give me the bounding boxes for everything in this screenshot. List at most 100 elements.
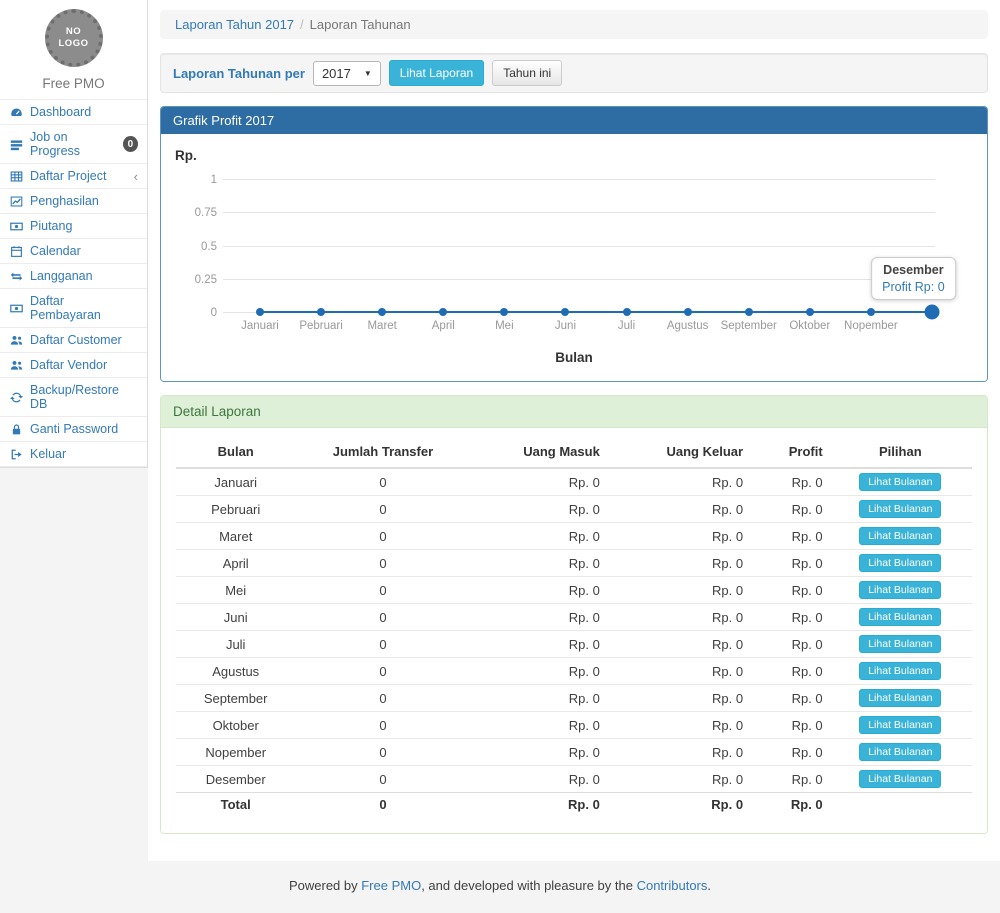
data-point-januari[interactable] <box>256 308 264 316</box>
cell-jumlah-transfer: 0 <box>295 496 470 523</box>
x-tick-label: Agustus <box>667 320 709 332</box>
cell-bulan: Desember <box>176 766 295 793</box>
breadcrumb-link-laporan-tahun[interactable]: Laporan Tahun 2017 <box>175 17 294 32</box>
sidebar-item-dashboard[interactable]: Dashboard <box>0 99 147 124</box>
lihat-bulanan-button[interactable]: Lihat Bulanan <box>859 716 941 734</box>
table-row: Juni0Rp. 0Rp. 0Rp. 0Lihat Bulanan <box>176 604 972 631</box>
data-point-pebruari[interactable] <box>317 308 325 316</box>
table-row: Nopember0Rp. 0Rp. 0Rp. 0Lihat Bulanan <box>176 739 972 766</box>
cell-profit: Rp. 0 <box>749 577 829 604</box>
cell-jumlah-transfer: 0 <box>295 468 470 496</box>
footer-text-prefix: Powered by <box>289 878 361 893</box>
x-tick-label: Nopember <box>844 320 898 332</box>
lihat-bulanan-button[interactable]: Lihat Bulanan <box>859 500 941 518</box>
cell-profit: Rp. 0 <box>749 523 829 550</box>
data-point-juli[interactable] <box>623 308 631 316</box>
cell-uang-keluar: Rp. 0 <box>606 766 749 793</box>
sidebar-item-langganan[interactable]: Langganan <box>0 263 147 288</box>
x-tick-label: Oktober <box>789 320 830 332</box>
lihat-bulanan-button[interactable]: Lihat Bulanan <box>859 635 941 653</box>
data-point-mei[interactable] <box>500 308 508 316</box>
cell-uang-keluar: Rp. 0 <box>606 550 749 577</box>
lihat-bulanan-button[interactable]: Lihat Bulanan <box>859 608 941 626</box>
lihat-bulanan-button[interactable]: Lihat Bulanan <box>859 527 941 545</box>
data-point-desember[interactable] <box>925 305 940 320</box>
data-point-maret[interactable] <box>378 308 386 316</box>
chart-panel-body: Rp. 00.250.50.751 Desember Profit Rp: 0 … <box>161 134 987 381</box>
cell-bulan: Oktober <box>176 712 295 739</box>
cell-uang-keluar: Rp. 0 <box>606 658 749 685</box>
lihat-bulanan-button[interactable]: Lihat Bulanan <box>859 770 941 788</box>
sidebar-item-label: Ganti Password <box>30 422 118 436</box>
sidebar-item-daftar-project[interactable]: Daftar Project‹ <box>0 163 147 188</box>
total-uang-keluar: Rp. 0 <box>606 793 749 817</box>
app-logo: NO LOGO <box>45 9 103 67</box>
cell-profit: Rp. 0 <box>749 604 829 631</box>
total-bulan: Total <box>176 793 295 817</box>
profit-chart-panel: Grafik Profit 2017 Rp. 00.250.50.751 Des… <box>160 106 988 382</box>
tahun-ini-button[interactable]: Tahun ini <box>492 60 562 86</box>
sidebar-item-backup-restore-db[interactable]: Backup/Restore DB <box>0 377 147 416</box>
sidebar-item-daftar-customer[interactable]: Daftar Customer <box>0 327 147 352</box>
x-tick-label: Maret <box>367 320 396 332</box>
sidebar-item-penghasilan[interactable]: Penghasilan <box>0 188 147 213</box>
year-select[interactable]: 2017 ▼ <box>313 61 381 86</box>
sidebar-item-calendar[interactable]: Calendar <box>0 238 147 263</box>
logo-text: NO LOGO <box>57 26 91 50</box>
data-point-nopember[interactable] <box>867 308 875 316</box>
cell-jumlah-transfer: 0 <box>295 523 470 550</box>
cell-pilihan: Lihat Bulanan <box>829 523 972 550</box>
sidebar-item-daftar-vendor[interactable]: Daftar Vendor <box>0 352 147 377</box>
lihat-bulanan-button[interactable]: Lihat Bulanan <box>859 554 941 572</box>
sidebar-item-label: Dashboard <box>30 105 91 119</box>
column-header-bulan: Bulan <box>176 436 295 468</box>
cell-jumlah-transfer: 0 <box>295 685 470 712</box>
line-chart-icon <box>9 194 23 208</box>
free-pmo-link[interactable]: Free PMO <box>361 878 421 893</box>
data-point-juni[interactable] <box>561 308 569 316</box>
lihat-laporan-button[interactable]: Lihat Laporan <box>389 60 484 86</box>
data-point-april[interactable] <box>439 308 447 316</box>
table-row: Pebruari0Rp. 0Rp. 0Rp. 0Lihat Bulanan <box>176 496 972 523</box>
sidebar-item-ganti-password[interactable]: Ganti Password <box>0 416 147 441</box>
y-tick-label: 0 <box>177 307 217 319</box>
data-point-agustus[interactable] <box>684 308 692 316</box>
lihat-bulanan-button[interactable]: Lihat Bulanan <box>859 689 941 707</box>
tooltip-value: Profit Rp: 0 <box>882 280 945 294</box>
cell-jumlah-transfer: 0 <box>295 577 470 604</box>
profit-line-chart: 00.250.50.751 Desember Profit Rp: 0 <box>223 179 935 312</box>
cell-uang-keluar: Rp. 0 <box>606 685 749 712</box>
tasks-icon <box>9 137 23 151</box>
contributors-link[interactable]: Contributors <box>637 878 708 893</box>
report-filter-bar: Laporan Tahunan per 2017 ▼ Lihat Laporan… <box>160 53 988 93</box>
total-uang-masuk: Rp. 0 <box>471 793 606 817</box>
lihat-bulanan-button[interactable]: Lihat Bulanan <box>859 473 941 491</box>
report-table: BulanJumlah TransferUang MasukUang Kelua… <box>176 436 972 817</box>
lihat-bulanan-button[interactable]: Lihat Bulanan <box>859 662 941 680</box>
cell-pilihan: Lihat Bulanan <box>829 468 972 496</box>
sidebar-item-piutang[interactable]: Piutang <box>0 213 147 238</box>
sidebar-item-job-on-progress[interactable]: Job on Progress0 <box>0 124 147 163</box>
sidebar: NO LOGO Free PMO DashboardJob on Progres… <box>0 0 148 468</box>
cell-bulan: Januari <box>176 468 295 496</box>
cell-jumlah-transfer: 0 <box>295 739 470 766</box>
sidebar-item-label: Penghasilan <box>30 194 99 208</box>
lihat-bulanan-button[interactable]: Lihat Bulanan <box>859 743 941 761</box>
sidebar-item-label: Job on Progress <box>30 130 116 158</box>
cell-profit: Rp. 0 <box>749 631 829 658</box>
detail-report-panel: Detail Laporan BulanJumlah TransferUang … <box>160 395 988 834</box>
sidebar-item-label: Keluar <box>30 447 66 461</box>
refresh-icon <box>9 390 23 404</box>
filter-label: Laporan Tahunan per <box>173 66 305 81</box>
sidebar-item-daftar-pembayaran[interactable]: Daftar Pembayaran <box>0 288 147 327</box>
sidebar-item-label: Daftar Customer <box>30 333 122 347</box>
cell-pilihan: Lihat Bulanan <box>829 685 972 712</box>
cell-uang-masuk: Rp. 0 <box>471 577 606 604</box>
data-point-oktober[interactable] <box>806 308 814 316</box>
cell-jumlah-transfer: 0 <box>295 766 470 793</box>
lihat-bulanan-button[interactable]: Lihat Bulanan <box>859 581 941 599</box>
data-point-september[interactable] <box>745 308 753 316</box>
sidebar-item-keluar[interactable]: Keluar <box>0 441 147 467</box>
total-profit: Rp. 0 <box>749 793 829 817</box>
table-row: Desember0Rp. 0Rp. 0Rp. 0Lihat Bulanan <box>176 766 972 793</box>
